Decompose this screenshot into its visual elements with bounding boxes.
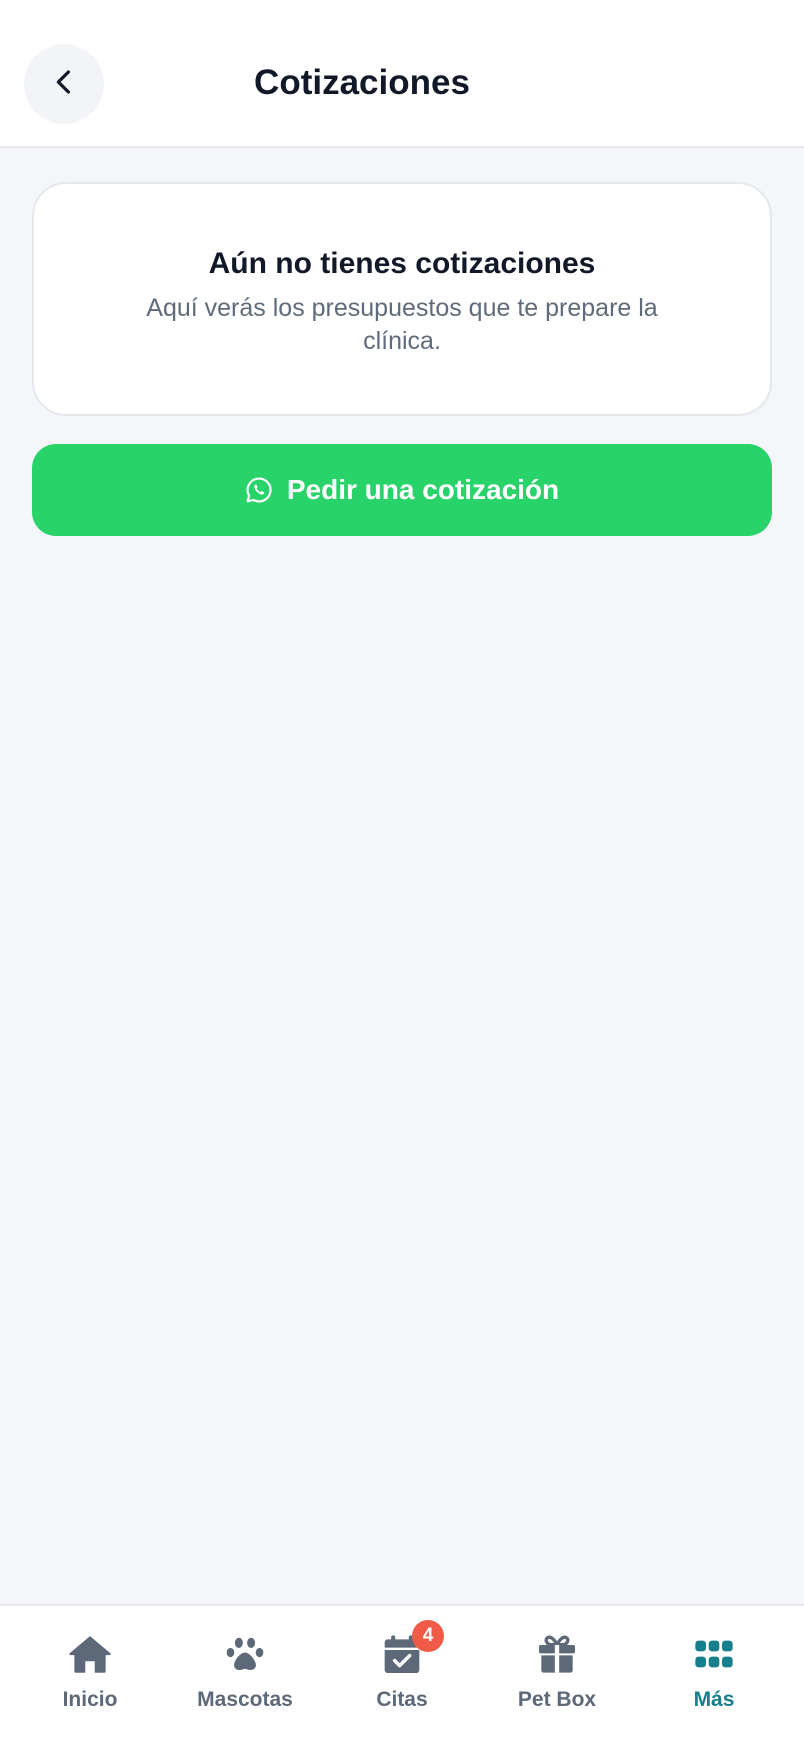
tab-pet-box[interactable]: Pet Box [497,1606,617,1740]
top-bar: Cotizaciones [0,0,804,148]
page-title: Cotizaciones [254,63,470,102]
tab-mascotas[interactable]: Mascotas [180,1606,310,1740]
empty-state-description: Aquí verás los presupuestos que te prepa… [146,294,658,355]
home-icon [66,1632,114,1676]
tab-label-inicio: Inicio [62,1688,118,1711]
tab-label-pet-box: Pet Box [517,1688,597,1711]
tab-label-mas: Más [693,1688,735,1711]
tab-label-citas: Citas [376,1688,428,1711]
tab-citas[interactable]: 4 Citas [342,1606,462,1740]
gift-icon [533,1632,581,1676]
empty-state-title: Aún no tienes cotizaciones [208,247,596,280]
whatsapp-icon [245,476,273,504]
request-quote-button[interactable]: Pedir una cotización [32,444,772,536]
chevron-left-icon [49,67,79,102]
paw-icon [221,1632,269,1676]
request-quote-label: Pedir una cotización [286,474,560,505]
tab-mas[interactable]: Más [654,1606,774,1740]
tab-label-mascotas: Mascotas [197,1688,293,1711]
back-button[interactable] [24,44,104,124]
tab-inicio[interactable]: Inicio [30,1606,150,1740]
empty-state-card: Aún no tienes cotizaciones Aquí verás lo… [32,182,772,416]
bottom-tab-bar: Inicio Mascotas 4 Citas Pet Box Más [0,1604,804,1740]
app-screen: Cotizaciones Aún no tienes cotizaciones … [0,0,804,1740]
calendar-check-icon: 4 [378,1620,444,1676]
appointments-count-badge: 4 [412,1620,444,1652]
grid-dots-icon [690,1632,738,1676]
